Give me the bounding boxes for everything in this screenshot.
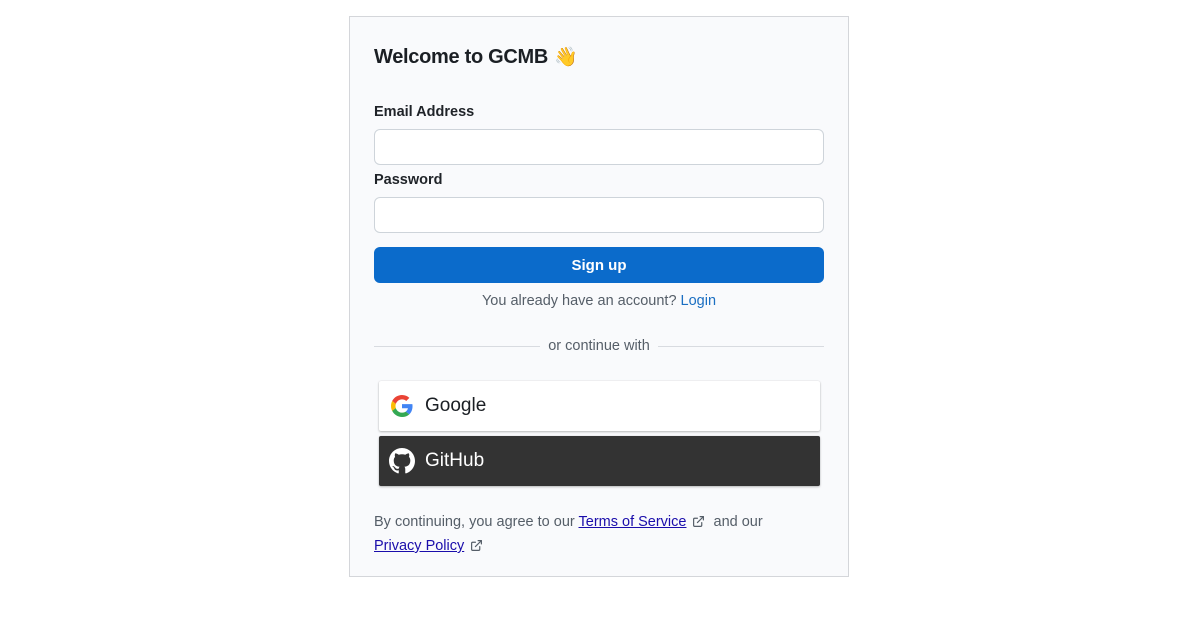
page-title: Welcome to GCMB 👋	[374, 45, 578, 69]
password-field[interactable]	[374, 197, 824, 233]
github-signin-button[interactable]: GitHub	[379, 436, 820, 486]
waving-hand-icon: 👋	[554, 47, 578, 68]
password-label: Password	[374, 172, 443, 188]
divider-line-left	[374, 345, 541, 347]
terms-notice: By continuing, you agree to our Terms of…	[374, 511, 794, 559]
privacy-policy-link[interactable]: Privacy Policy	[374, 538, 464, 554]
divider-line-right	[657, 345, 824, 347]
or-continue-divider: or continue with	[374, 338, 824, 354]
terms-prefix: By continuing, you agree to our	[374, 514, 575, 530]
email-label: Email Address	[374, 104, 475, 120]
github-icon	[389, 448, 415, 474]
external-link-icon	[470, 537, 483, 559]
divider-text: or continue with	[548, 338, 650, 354]
terms-middle: and our	[713, 514, 763, 530]
have-account-text: You already have an account? Login	[374, 293, 824, 309]
google-signin-button[interactable]: Google	[379, 381, 820, 431]
github-label: GitHub	[425, 450, 485, 471]
terms-of-service-link[interactable]: Terms of Service	[579, 514, 687, 530]
email-field[interactable]	[374, 129, 824, 165]
sign-up-button[interactable]: Sign up	[374, 247, 824, 283]
signup-card: Welcome to GCMB 👋 Email Address Password…	[349, 16, 849, 577]
login-link[interactable]: Login	[681, 293, 716, 309]
google-label: Google	[425, 395, 487, 416]
external-link-icon	[692, 513, 705, 535]
have-account-prompt: You already have an account?	[481, 293, 677, 309]
title-text: Welcome to GCMB	[374, 45, 549, 68]
google-icon	[389, 393, 415, 419]
